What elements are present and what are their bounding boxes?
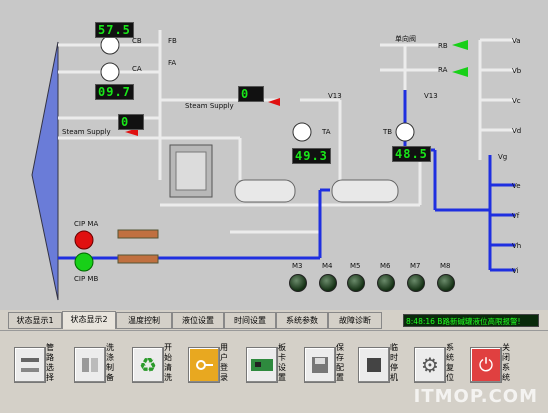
save-icon (304, 347, 336, 383)
watermark: ITMOP.COM (413, 386, 538, 407)
tab-diagnostics[interactable]: 故障诊断 (328, 312, 382, 329)
tab-level[interactable]: 液位设置 (172, 312, 224, 329)
board-icon (246, 347, 278, 383)
label-steam-left: Steam Supply (62, 128, 111, 136)
label-tb: TB (383, 128, 393, 136)
motor-lamp-m5 (347, 274, 365, 292)
label-steam-right: Steam Supply (185, 102, 234, 110)
label-rb: RB (438, 42, 448, 50)
label-fa: FA (168, 59, 177, 67)
stop-icon (358, 347, 390, 383)
filter-a (117, 229, 159, 239)
tab-status-2[interactable]: 状态显示2 (62, 311, 116, 329)
label-v13-b: V13 (424, 92, 438, 100)
gear-icon: ⚙ (414, 347, 446, 383)
label-one-way-valve: 单向阀 (395, 35, 416, 43)
valve-vc[interactable]: Vc (512, 97, 521, 105)
pipeline-icon (14, 347, 46, 383)
label-ra: RA (438, 66, 448, 74)
gauge-ca (100, 62, 120, 82)
motor-lamp-m3 (289, 274, 307, 292)
filter-b (117, 254, 159, 264)
motor-label-m8: M8 (440, 262, 451, 270)
heat-exchanger-a (234, 179, 296, 203)
tab-time[interactable]: 时间设置 (224, 312, 276, 329)
pump-mb (74, 252, 94, 272)
key-icon (188, 347, 220, 383)
motor-label-m7: M7 (410, 262, 421, 270)
valve-vb[interactable]: Vb (512, 67, 521, 75)
lcd-steam-right: 0 (238, 86, 264, 102)
motor-label-m5: M5 (350, 262, 361, 270)
motor-label-m4: M4 (322, 262, 333, 270)
lcd-ta: 49.3 (292, 148, 331, 164)
label-cip-ma: CIP MA (74, 220, 99, 228)
power-icon: ⏻ (470, 347, 502, 383)
lcd-steam-left: 0 (118, 114, 144, 130)
motor-lamp-m7 (407, 274, 425, 292)
gauge-tb (395, 122, 415, 142)
label-cb: CB (132, 37, 142, 45)
label-fb: FB (168, 37, 177, 45)
process-panel: 57.5 09.7 0 0 49.3 48.5 CB CA FB FA Stea… (0, 0, 548, 310)
label-ca: CA (132, 65, 142, 73)
tab-temperature[interactable]: 温度控制 (116, 312, 172, 329)
tanks-icon (74, 347, 106, 383)
tab-system-params[interactable]: 系统参数 (276, 312, 328, 329)
lcd-tb: 48.5 (392, 146, 431, 162)
valve-vi[interactable]: Vi (512, 267, 519, 275)
process-diagram (31, 30, 515, 301)
lcd-cb: 57.5 (95, 22, 134, 38)
gauge-cb (100, 35, 120, 55)
alarm-status: 8:48:16 B路新碱罐液位高限报警! (403, 314, 539, 327)
valve-ve[interactable]: Ve (512, 182, 521, 190)
motor-lamp-m6 (377, 274, 395, 292)
pump-ma (74, 230, 94, 250)
recycle-icon: ♻ (132, 347, 164, 383)
lcd-ca: 09.7 (95, 84, 134, 100)
label-v13-a: V13 (328, 92, 342, 100)
valve-vf[interactable]: Vf (512, 212, 519, 220)
toolbar: 管路选择 洗涤制备 ♻ 开始清洗 用户登录 板卡设置 保存配置 临时停机 ⚙ 系… (0, 330, 548, 413)
tank-shape (31, 41, 59, 301)
label-ta: TA (322, 128, 331, 136)
label-cip-mb: CIP MB (74, 275, 99, 283)
label-vg: Vg (498, 153, 508, 161)
valve-va[interactable]: Va (512, 37, 521, 45)
motor-label-m3: M3 (292, 262, 303, 270)
heat-exchanger-b (331, 179, 399, 203)
tab-status-1[interactable]: 状态显示1 (8, 312, 62, 329)
gauge-ta (292, 122, 312, 142)
motor-label-m6: M6 (380, 262, 391, 270)
valve-vh[interactable]: Vh (512, 242, 521, 250)
motor-lamp-m8 (437, 274, 455, 292)
valve-vd[interactable]: Vd (512, 127, 521, 135)
motor-lamp-m4 (319, 274, 337, 292)
